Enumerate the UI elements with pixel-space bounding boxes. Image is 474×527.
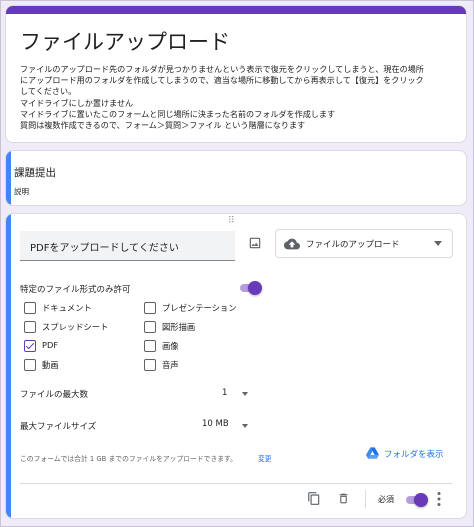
- allow-specific-types-toggle[interactable]: [238, 281, 262, 295]
- checkbox-pdf-label[interactable]: PDF: [42, 340, 58, 350]
- section-active-bar: [6, 151, 11, 205]
- description-line: してください。: [20, 86, 77, 97]
- toggle-knob: [414, 493, 428, 507]
- question-active-bar: [6, 214, 11, 518]
- image-icon[interactable]: [248, 236, 262, 250]
- checkbox-video[interactable]: [24, 359, 36, 371]
- checkbox-document[interactable]: [24, 302, 36, 314]
- footer-separator: [365, 490, 366, 508]
- chevron-down-icon: [434, 241, 442, 246]
- section-card[interactable]: [5, 150, 467, 206]
- toggle-knob: [248, 281, 262, 295]
- trash-icon[interactable]: [337, 491, 350, 506]
- checkbox-image[interactable]: [144, 340, 156, 352]
- description-line: マイドライブにしか置けません: [20, 97, 134, 108]
- max-files-dropdown[interactable]: 1: [222, 388, 227, 398]
- question-type-dropdown[interactable]: ファイルのアップロード: [275, 229, 453, 258]
- checkbox-drawing[interactable]: [144, 321, 156, 333]
- section-description[interactable]: 説明: [14, 186, 29, 197]
- max-size-dropdown[interactable]: 10 MB: [202, 419, 229, 429]
- required-toggle[interactable]: [404, 493, 428, 507]
- checkbox-audio[interactable]: [144, 359, 156, 371]
- question-type-label: ファイルのアップロード: [306, 240, 400, 250]
- view-folder-link[interactable]: フォルダを表示: [384, 448, 444, 460]
- checkbox-drawing-label[interactable]: 図形描画: [162, 321, 195, 333]
- upload-limit-note: このフォームでは合計 1 GB までのファイルをアップロードできます。: [20, 455, 237, 463]
- copy-icon[interactable]: [307, 491, 321, 506]
- form-title[interactable]: ファイルアップロード: [20, 26, 230, 56]
- description-line: ファイルのアップロード先のフォルダが見つかりませんという表示で復元をクリックして…: [20, 64, 424, 74]
- description-line: 質問は複数作成できるので、フォーム＞質問＞ファイル という階層になります: [20, 120, 306, 131]
- checkbox-presentation[interactable]: [144, 302, 156, 314]
- cloud-upload-icon: [284, 238, 300, 250]
- drag-handle-icon[interactable]: ⠿: [228, 216, 236, 226]
- accent-top-bar: [6, 6, 466, 14]
- google-drive-icon[interactable]: [366, 447, 379, 459]
- more-vert-icon[interactable]: [436, 491, 442, 507]
- required-label: 必須: [378, 495, 394, 504]
- allow-specific-types-label: 特定のファイル形式のみ許可: [20, 285, 131, 295]
- checkbox-pdf[interactable]: [24, 340, 36, 352]
- chevron-down-icon[interactable]: [242, 392, 248, 396]
- question-title-input[interactable]: PDFをアップロードしてください: [20, 231, 235, 261]
- checkbox-audio-label[interactable]: 音声: [162, 359, 179, 371]
- max-files-label: ファイルの最大数: [20, 390, 89, 400]
- max-size-label: 最大ファイルサイズ: [20, 422, 97, 432]
- checkbox-image-label[interactable]: 画像: [162, 340, 179, 352]
- form-description[interactable]: ファイルのアップロード先のフォルダが見つかりませんという表示で復元をクリックして…: [20, 64, 460, 131]
- footer-divider: [20, 483, 452, 484]
- checkbox-document-label[interactable]: ドキュメント: [42, 302, 92, 314]
- checkbox-spreadsheet[interactable]: [24, 321, 36, 333]
- question-title-text: PDFをアップロードしてください: [30, 243, 179, 254]
- section-title[interactable]: 課題提出: [14, 165, 56, 180]
- checkbox-video-label[interactable]: 動画: [42, 359, 59, 371]
- description-line: にアップロード用のフォルダを作成してしまうので、適当な場所に移動してから再表示し…: [20, 75, 424, 86]
- checkbox-presentation-label[interactable]: プレゼンテーション: [162, 302, 237, 314]
- change-limit-link[interactable]: 変更: [258, 453, 272, 463]
- description-line: マイドライブに置いたこのフォームと同じ場所に決まった名前のフォルダを作成します: [20, 108, 336, 119]
- checkbox-spreadsheet-label[interactable]: スプレッドシート: [42, 321, 108, 333]
- chevron-down-icon[interactable]: [242, 424, 248, 428]
- form-header-card: ファイルアップロード ファイルのアップロード先のフォルダが見つかりませんという表…: [5, 5, 467, 143]
